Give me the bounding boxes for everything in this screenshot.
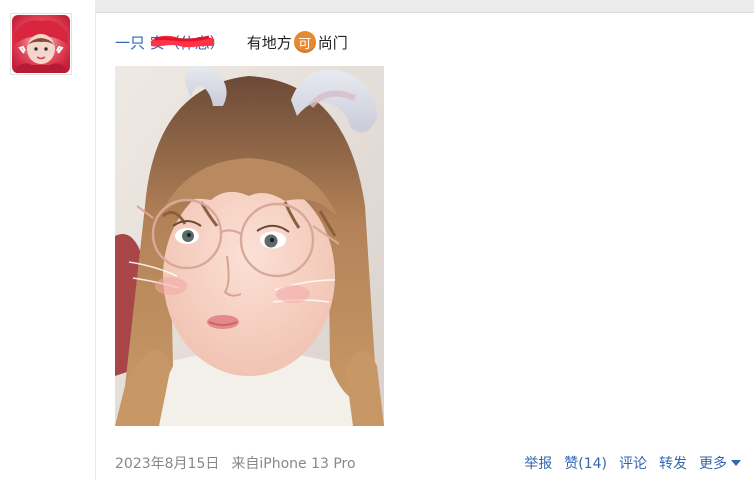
top-divider xyxy=(95,0,754,13)
more-menu[interactable]: 更多 xyxy=(699,453,741,473)
post-header: 一只 安（休息） 有地方 可 尚门 xyxy=(115,30,348,54)
avatar-icon[interactable] xyxy=(12,15,70,73)
thread-rail xyxy=(95,12,96,480)
caret-down-icon xyxy=(731,460,741,466)
post-text-after: 尚门 xyxy=(317,33,348,52)
post-source: 来自iPhone 13 Pro xyxy=(231,456,356,472)
post-actions: 举报 赞(14) 评论 转发 更多 xyxy=(524,453,741,473)
post-text-before: 有地方 xyxy=(246,33,292,52)
more-label: 更多 xyxy=(699,456,727,472)
report-link[interactable]: 举报 xyxy=(524,453,552,473)
post-page: 一只 安（休息） 有地方 可 尚门 xyxy=(0,0,754,480)
redaction-mark xyxy=(151,35,213,48)
comment-link[interactable]: 评论 xyxy=(619,453,647,473)
post-footer: 2023年8月15日 来自iPhone 13 Pro 举报 赞(14) 评论 转… xyxy=(115,452,741,474)
post-content: 有地方 可 尚门 xyxy=(247,31,348,53)
post-date[interactable]: 2023年8月15日 xyxy=(115,453,219,473)
like-link[interactable]: 赞(14) xyxy=(564,453,607,473)
post-meta: 2023年8月15日 来自iPhone 13 Pro xyxy=(115,453,356,473)
repost-link[interactable]: 转发 xyxy=(659,453,687,473)
post-photo[interactable] xyxy=(115,66,384,426)
avatar-frame[interactable] xyxy=(10,13,72,75)
emoji-icon: 可 xyxy=(293,31,316,53)
